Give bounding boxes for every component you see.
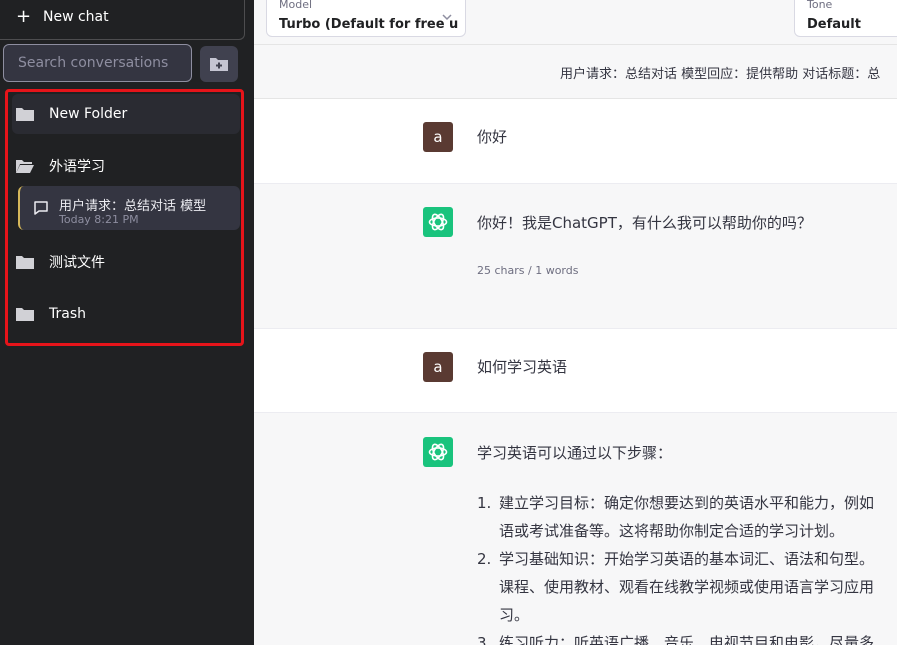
model-label: Model: [279, 0, 313, 11]
conversation-time: Today 8:21 PM: [59, 213, 139, 226]
folder-icon: [16, 256, 34, 269]
folder-test-files[interactable]: 测试文件: [12, 242, 240, 282]
folder-icon: [16, 108, 34, 121]
conversation-title-text: 用户请求：总结对话 模型回应：提供帮助 对话标题：总: [560, 67, 881, 82]
new-chat-label: New chat: [43, 8, 109, 25]
avatar: a: [423, 352, 453, 382]
folder-icon: [16, 308, 34, 321]
folder-label: New Folder: [49, 106, 128, 122]
conversation-title-bar: 用户请求：总结对话 模型回应：提供帮助 对话标题：总: [254, 45, 897, 99]
search-conversations-input[interactable]: [3, 44, 192, 82]
model-value: Turbo (Default for free u: [279, 17, 459, 32]
user-message: a 如何学习英语: [254, 329, 897, 413]
new-folder-icon: [210, 58, 228, 71]
plus-icon: +: [16, 5, 32, 27]
chat-bubble-icon: [34, 201, 48, 215]
message-text: 学习英语可以通过以下步骤：: [477, 444, 673, 462]
step-item: 3. 练习听力：听英语广播、音乐、电视节目和电影，尽量多: [477, 634, 875, 645]
folder-open-icon: [16, 160, 34, 173]
folder-label: 外语学习: [49, 159, 105, 175]
assistant-message: 你好！我是ChatGPT，有什么我可以帮助你的吗？ 25 chars / 1 w…: [254, 184, 897, 329]
assistant-message: 学习英语可以通过以下步骤： 1. 建立学习目标：确定你想要达到的英语水平和能力，…: [254, 413, 897, 645]
step-item: 2. 学习基础知识：开始学习英语的基本词汇、语法和句型。 课程、使用教材、观看在…: [477, 550, 875, 624]
folder-label: Trash: [49, 306, 86, 322]
folder-panel: New Folder 外语学习 用户请求：总结对话 模型 Today 8:21 …: [5, 89, 244, 346]
new-chat-button[interactable]: + New chat: [0, 0, 245, 40]
new-folder-button[interactable]: [200, 46, 238, 82]
message-text: 如何学习英语: [477, 358, 568, 376]
chevron-down-icon: [442, 14, 452, 21]
chat-main: Model Turbo (Default for free u Tone Def…: [254, 0, 897, 645]
sidebar: + New chat New Folder 外语学习 用户请求: [0, 0, 254, 645]
tone-select[interactable]: Tone Default: [794, 0, 897, 37]
tone-value: Default: [807, 17, 861, 32]
user-message: a 你好: [254, 99, 897, 184]
chatgpt-logo-icon: [423, 437, 453, 467]
model-select[interactable]: Model Turbo (Default for free u: [266, 0, 466, 37]
step-item: 1. 建立学习目标：确定你想要达到的英语水平和能力，例如 语或考试准备等。这将帮…: [477, 494, 875, 540]
folder-label: 测试文件: [49, 255, 105, 271]
settings-bar: Model Turbo (Default for free u Tone Def…: [254, 0, 897, 45]
avatar: a: [423, 122, 453, 152]
folder-new-folder[interactable]: New Folder: [12, 94, 240, 134]
message-stats: 25 chars / 1 words: [477, 264, 579, 277]
message-text: 你好: [477, 128, 508, 146]
steps-list: 1. 建立学习目标：确定你想要达到的英语水平和能力，例如 语或考试准备等。这将帮…: [477, 489, 874, 645]
conversation-title: 用户请求：总结对话 模型: [59, 199, 207, 214]
tone-label: Tone: [807, 0, 833, 11]
message-text: 你好！我是ChatGPT，有什么我可以帮助你的吗？: [477, 214, 812, 232]
conversation-item[interactable]: 用户请求：总结对话 模型 Today 8:21 PM: [18, 186, 240, 230]
chatgpt-logo-icon: [423, 207, 453, 237]
folder-foreign-language[interactable]: 外语学习: [12, 146, 240, 186]
folder-trash[interactable]: Trash: [12, 294, 240, 334]
